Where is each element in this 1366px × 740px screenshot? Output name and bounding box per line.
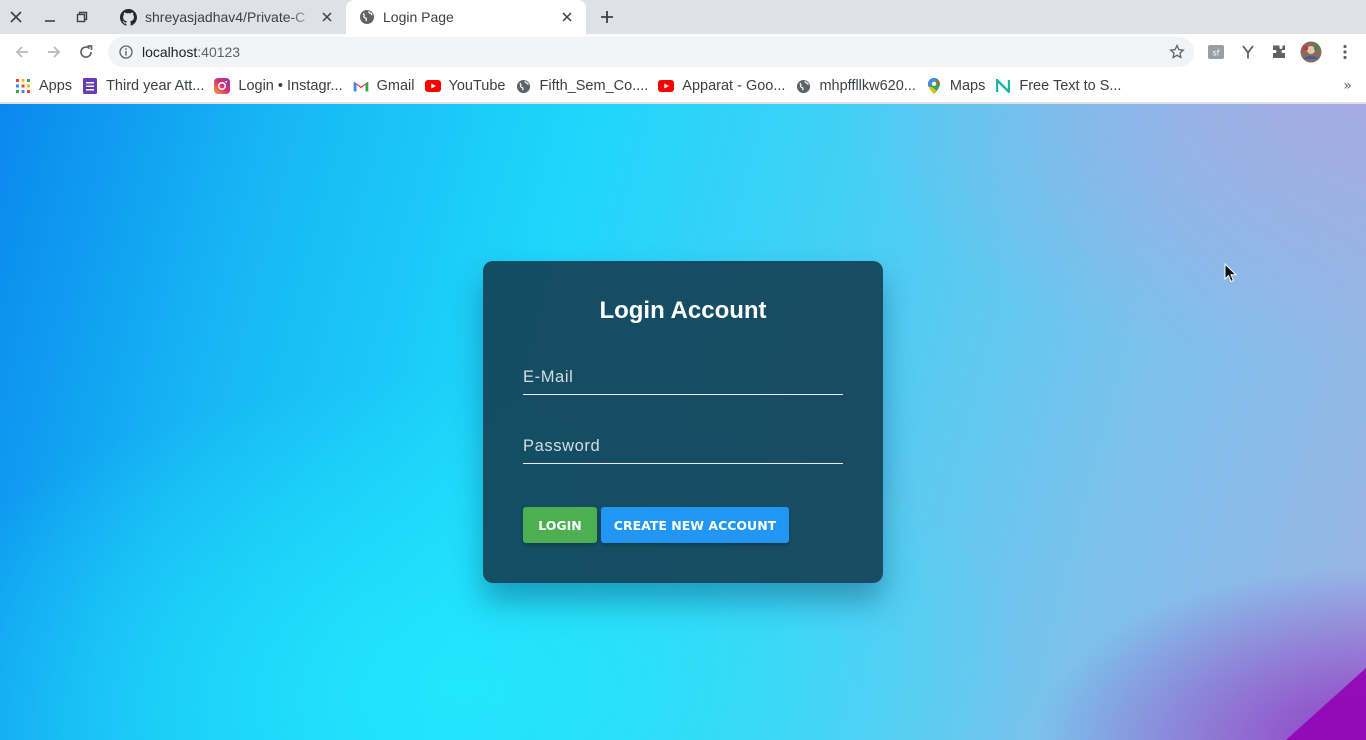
tab-close-button[interactable] [318, 8, 336, 26]
bookmark-apps[interactable]: Apps [13, 72, 80, 100]
bookmark-label: Apps [39, 78, 73, 94]
globe-icon [358, 9, 375, 26]
gmail-icon [352, 78, 369, 94]
address-bar[interactable]: localhost:40123 [108, 37, 1194, 67]
arrow-left-icon [15, 46, 28, 58]
star-icon [1169, 44, 1185, 59]
github-icon [120, 8, 137, 26]
reload-button[interactable] [72, 38, 100, 66]
window-close-button[interactable] [0, 0, 32, 34]
bookmark-maps[interactable]: Maps [924, 72, 993, 100]
new-tab-button[interactable] [594, 5, 620, 29]
naturalreader-icon [995, 78, 1011, 94]
instagram-icon [214, 78, 231, 94]
extension-y-icon [1242, 45, 1254, 59]
maps-pin-icon [926, 78, 942, 94]
bookmark-free-text[interactable]: Free Text to S... [993, 72, 1129, 100]
bookmarks-bar: Apps Third year Att... Login • Instagr..… [0, 70, 1366, 103]
arrow-right-icon [48, 46, 61, 58]
forward-button[interactable] [40, 38, 68, 66]
globe-icon [795, 78, 811, 94]
bookmark-instagram[interactable]: Login • Instagr... [212, 72, 350, 100]
extensions-menu-button[interactable] [1268, 41, 1290, 63]
extension-button[interactable] [1237, 41, 1259, 63]
info-icon[interactable] [118, 44, 134, 60]
extension-sf-icon: sf [1208, 45, 1224, 59]
browser-toolbar: localhost:40123 sf [0, 34, 1366, 70]
bookmark-label: Gmail [376, 78, 415, 94]
extension-button[interactable]: sf [1205, 41, 1227, 63]
avatar [1300, 41, 1322, 63]
password-field[interactable] [523, 430, 843, 464]
bookmark-apparat[interactable]: Apparat - Goo... [656, 72, 793, 100]
login-button[interactable]: LOGIN [523, 507, 597, 543]
url-text: localhost:40123 [142, 44, 240, 60]
tab-login-page[interactable]: Login Page [346, 0, 586, 34]
email-field[interactable] [523, 361, 843, 395]
tab-strip: shreyasjadhav4/Private-C Login Page [0, 0, 1366, 34]
apps-grid-icon [15, 78, 31, 94]
svg-text:sf: sf [1213, 49, 1220, 58]
bookmark-mhpffllkw[interactable]: mhpffllkw620... [793, 72, 923, 100]
restore-icon [76, 11, 88, 23]
close-icon [562, 12, 572, 22]
window-minimize-button[interactable] [34, 0, 66, 34]
youtube-icon [424, 78, 441, 94]
close-icon [322, 12, 332, 22]
browser-menu-button[interactable] [1334, 41, 1356, 63]
bookmark-third-year[interactable]: Third year Att... [80, 72, 212, 100]
mouse-cursor-icon [1224, 263, 1238, 283]
tab-title: shreyasjadhav4/Private-C [145, 9, 306, 25]
back-button[interactable] [8, 38, 36, 66]
page-background: Login Account LOGIN CREATE NEW ACCOUNT [0, 104, 1366, 740]
reload-icon [80, 45, 93, 58]
minimize-icon [45, 20, 55, 22]
bookmark-label: Apparat - Goo... [682, 78, 786, 94]
bookmark-fifth-sem[interactable]: Fifth_Sem_Co.... [513, 72, 656, 100]
page-title: Login Account [599, 297, 767, 324]
bookmark-youtube[interactable]: YouTube [423, 72, 514, 100]
url-host: localhost [142, 44, 198, 60]
bookmark-gmail[interactable]: Gmail [351, 72, 423, 100]
close-icon [10, 11, 22, 23]
bookmark-label: YouTube [448, 78, 506, 94]
profile-button[interactable] [1300, 41, 1322, 63]
url-port: :40123 [197, 44, 241, 60]
window-restore-button[interactable] [66, 0, 98, 34]
puzzle-icon [1273, 45, 1285, 58]
create-account-button[interactable]: CREATE NEW ACCOUNT [601, 507, 789, 543]
bookmark-star-button[interactable] [1168, 43, 1186, 61]
tab-title: Login Page [383, 9, 454, 25]
bookmark-label: Fifth_Sem_Co.... [539, 78, 649, 94]
youtube-icon [658, 78, 675, 94]
bookmark-label: Free Text to S... [1019, 78, 1122, 94]
plus-icon [601, 11, 613, 23]
bookmark-label: Maps [949, 78, 986, 94]
bookmarks-overflow-button[interactable]: » [1343, 78, 1352, 94]
tab-close-button[interactable] [558, 8, 576, 26]
forms-icon [82, 78, 98, 94]
tab-github[interactable]: shreyasjadhav4/Private-C [108, 0, 346, 34]
bookmark-label: Third year Att... [106, 78, 205, 94]
globe-icon [515, 78, 531, 94]
corner-decoration [1286, 668, 1366, 740]
kebab-menu-icon [1343, 44, 1347, 60]
login-card: Login Account LOGIN CREATE NEW ACCOUNT [483, 261, 883, 583]
bookmark-label: mhpffllkw620... [819, 78, 916, 94]
bookmark-label: Login • Instagr... [238, 78, 343, 94]
